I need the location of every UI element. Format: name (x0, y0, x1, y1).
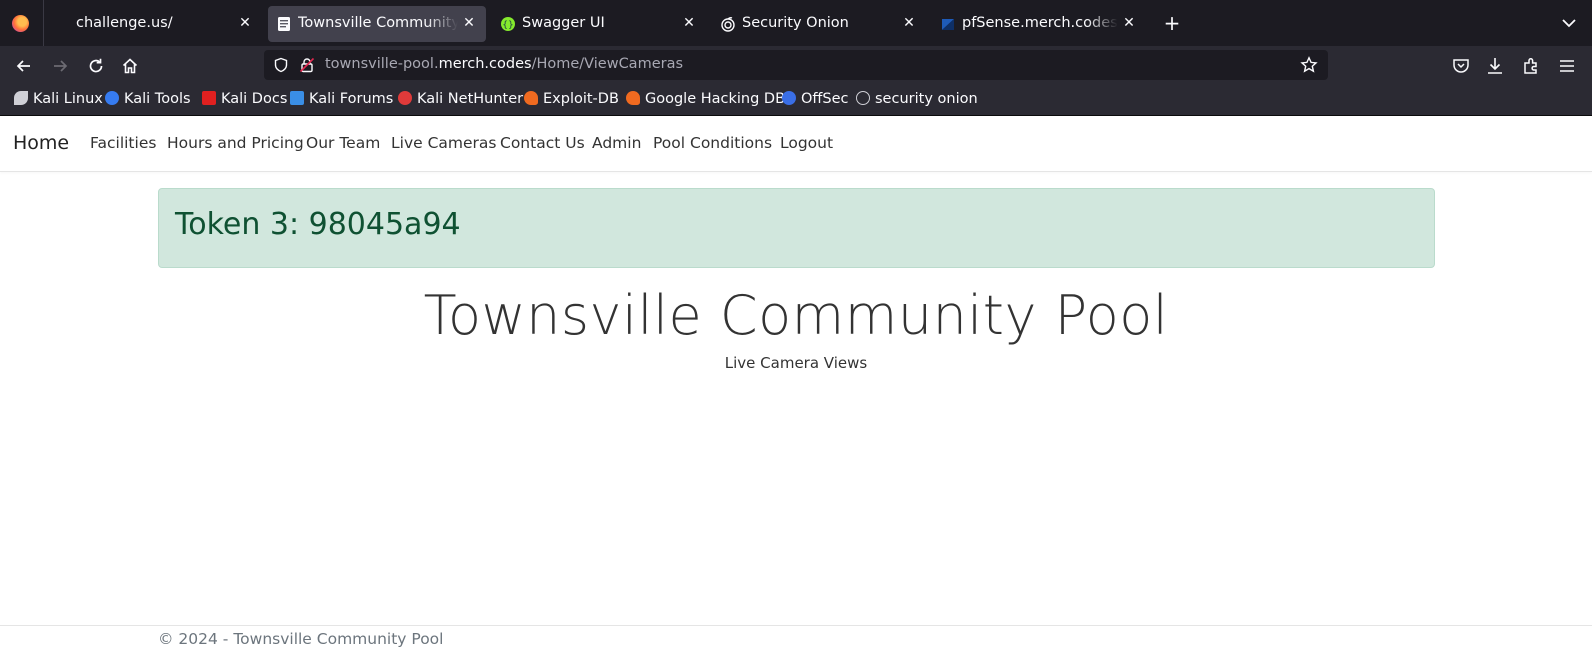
close-icon[interactable]: ✕ (1120, 14, 1138, 32)
svg-text:{}: {} (502, 21, 513, 31)
tab-swagger[interactable]: {} Swagger UI ✕ (492, 6, 706, 42)
forward-button[interactable] (46, 52, 74, 80)
url-prefix: townsville-pool. (325, 56, 439, 72)
pocket-icon[interactable] (1451, 56, 1471, 76)
tab-challenge[interactable]: challenge.us/ ✕ (46, 6, 262, 42)
reload-icon (89, 58, 103, 73)
tab-title: pfSense.merch.codes - Dashboard (962, 15, 1118, 31)
nethunter-icon (398, 91, 412, 105)
firefox-icon[interactable] (12, 15, 29, 32)
tab-pfsense[interactable]: pfSense.merch.codes - Dashboard ✕ (932, 6, 1146, 42)
bookmark-kali-docs[interactable]: Kali Docs (202, 91, 287, 111)
tab-separator (43, 0, 44, 46)
tab-strip: challenge.us/ ✕ Townsville Community Poo… (0, 0, 1592, 46)
bookmark-offsec[interactable]: OffSec (782, 91, 849, 111)
bookmark-kali-tools[interactable]: Kali Tools (105, 91, 191, 111)
bookmarks-toolbar: Kali Linux Kali Tools Kali Docs Kali For… (0, 86, 1592, 116)
download-icon[interactable] (1485, 56, 1505, 76)
url-text[interactable]: townsville-pool.merch.codes/Home/ViewCam… (325, 56, 683, 72)
close-icon[interactable]: ✕ (680, 14, 698, 32)
page-title: Townsville Community Pool (423, 284, 1169, 347)
offsec-icon (782, 91, 796, 105)
arrow-right-icon (54, 60, 68, 72)
pfsense-icon (942, 19, 954, 30)
url-domain: merch.codes (438, 56, 532, 72)
chevron-down-icon[interactable] (1560, 14, 1578, 32)
swagger-icon: {} (501, 17, 515, 31)
nav-link-facilities[interactable]: Facilities (90, 134, 156, 152)
arrow-left-icon (16, 60, 30, 72)
onion-icon (856, 91, 870, 105)
kali-tools-icon (105, 91, 119, 105)
bookmark-label: OffSec (801, 91, 849, 107)
nav-link-live-cameras[interactable]: Live Cameras (391, 134, 496, 152)
onion-icon (721, 16, 735, 32)
tab-townsville-pool[interactable]: Townsville Community Pool ✕ (268, 6, 486, 42)
kali-icon (14, 91, 28, 105)
tracking-shield-icon[interactable] (273, 57, 289, 73)
bookmark-label: Kali NetHunter (417, 91, 524, 107)
navigation-toolbar: townsville-pool.merch.codes/Home/ViewCam… (0, 46, 1592, 86)
page-subtitle: Live Camera Views (724, 354, 868, 372)
kali-forums-icon (290, 91, 304, 105)
bookmark-google-hacking-db[interactable]: Google Hacking DB (626, 91, 785, 111)
nav-link-admin[interactable]: Admin (592, 134, 641, 152)
bookmark-exploit-db[interactable]: Exploit-DB (524, 91, 619, 111)
close-icon[interactable]: ✕ (900, 14, 918, 32)
bookmark-security-onion[interactable]: security onion (856, 91, 978, 111)
bookmark-label: Kali Docs (221, 91, 288, 107)
bookmark-label: security onion (875, 91, 978, 107)
reload-button[interactable] (82, 52, 110, 80)
footer-divider (0, 625, 1592, 626)
url-path: /Home/ViewCameras (531, 56, 684, 72)
home-button[interactable] (116, 52, 144, 80)
kali-docs-icon (202, 91, 216, 105)
token-text: Token 3: 98045a94 (175, 207, 461, 242)
tab-title: Security Onion (742, 15, 849, 31)
nav-link-logout[interactable]: Logout (780, 134, 833, 152)
nav-link-contact-us[interactable]: Contact Us (500, 134, 585, 152)
web-page: Home Facilities Hours and Pricing Our Te… (0, 116, 1592, 670)
extensions-icon[interactable] (1521, 56, 1541, 76)
site-navbar: Home Facilities Hours and Pricing Our Te… (0, 116, 1592, 172)
navbar-brand[interactable]: Home (13, 132, 69, 154)
bookmark-label: Kali Linux (33, 91, 103, 107)
bookmark-label: Kali Tools (124, 91, 191, 107)
bookmark-kali-forums[interactable]: Kali Forums (290, 91, 393, 111)
home-icon (122, 58, 138, 74)
address-bar[interactable]: townsville-pool.merch.codes/Home/ViewCam… (264, 50, 1328, 80)
tab-title: Townsville Community Pool (298, 15, 458, 31)
footer-copyright: © 2024 - Townsville Community Pool (158, 630, 444, 648)
nav-link-our-team[interactable]: Our Team (306, 134, 380, 152)
bookmark-kali-linux[interactable]: Kali Linux (14, 91, 103, 111)
bookmark-label: Kali Forums (309, 91, 394, 107)
tab-title: Swagger UI (522, 15, 605, 31)
document-icon (278, 17, 290, 31)
ghdb-icon (626, 91, 640, 105)
back-button[interactable] (10, 52, 38, 80)
tab-title: challenge.us/ (76, 15, 173, 31)
menu-icon[interactable] (1557, 56, 1577, 76)
bookmark-label: Exploit-DB (543, 91, 619, 107)
close-icon[interactable]: ✕ (236, 14, 254, 32)
close-icon[interactable]: ✕ (460, 14, 478, 32)
nav-link-pool-conditions[interactable]: Pool Conditions (653, 134, 772, 152)
new-tab-button[interactable]: + (1161, 12, 1183, 34)
star-icon[interactable] (1300, 56, 1318, 74)
tab-security-onion[interactable]: Security Onion ✕ (712, 6, 926, 42)
bookmark-kali-nethunter[interactable]: Kali NetHunter (398, 91, 523, 111)
nav-link-hours-and-pricing[interactable]: Hours and Pricing (167, 134, 304, 152)
token-alert: Token 3: 98045a94 (158, 188, 1435, 268)
exploit-db-icon (524, 91, 538, 105)
bookmark-label: Google Hacking DB (645, 91, 786, 107)
insecure-lock-icon[interactable] (299, 57, 315, 73)
